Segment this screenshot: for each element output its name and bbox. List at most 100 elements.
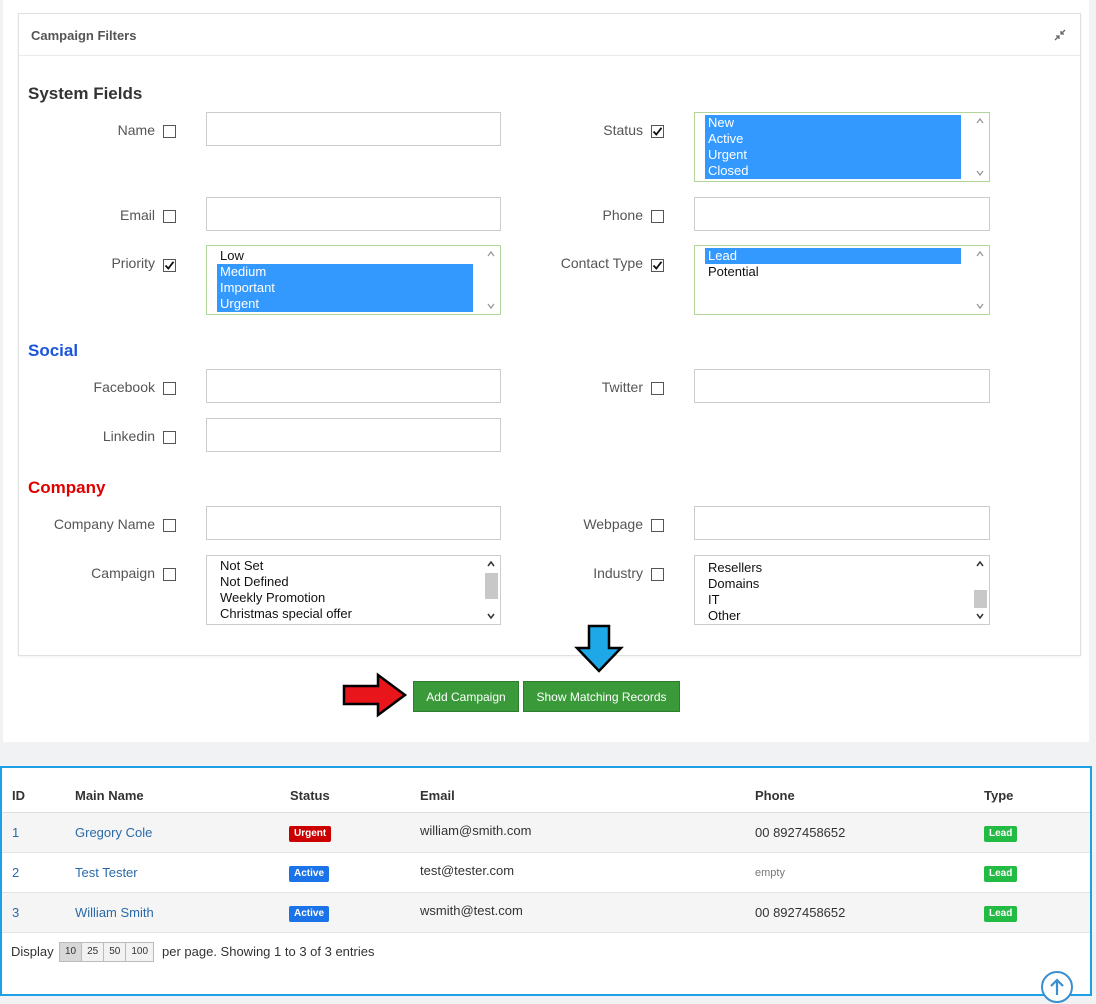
table-row[interactable]: 1 Gregory Cole Urgent william@smith.com … — [2, 813, 1090, 853]
linkedin-checkbox[interactable] — [163, 431, 176, 444]
phone-label: Phone — [602, 207, 643, 223]
scroll-up-icon[interactable] — [975, 559, 985, 569]
status-listbox[interactable]: New Active Urgent Closed — [694, 112, 990, 182]
list-option[interactable]: Medium — [217, 264, 473, 280]
row-id[interactable]: 3 — [12, 905, 19, 920]
page-size-option[interactable]: 10 — [60, 943, 83, 961]
section-company: Company — [28, 478, 106, 497]
twitter-input[interactable] — [694, 369, 990, 403]
contact-type-listbox[interactable]: Lead Potential — [694, 245, 990, 315]
list-option[interactable]: Urgent — [705, 147, 961, 163]
table-row[interactable]: 3 William Smith Active wsmith@test.com 0… — [2, 893, 1090, 933]
scroll-down-icon[interactable] — [975, 168, 985, 178]
row-phone: 00 8927458652 — [755, 905, 846, 920]
priority-checkbox[interactable] — [163, 259, 176, 272]
name-input[interactable] — [206, 112, 501, 146]
column-header-main-name[interactable]: Main Name — [75, 788, 144, 803]
show-matching-records-button[interactable]: Show Matching Records — [523, 681, 680, 712]
page-size-option[interactable]: 25 — [82, 943, 105, 961]
webpage-input[interactable] — [694, 506, 990, 540]
list-option[interactable]: Not Set — [217, 558, 473, 574]
campaign-checkbox[interactable] — [163, 568, 176, 581]
column-header-status[interactable]: Status — [290, 788, 330, 803]
status-checkbox[interactable] — [651, 125, 664, 138]
row-id[interactable]: 2 — [12, 865, 19, 880]
column-header-id[interactable]: ID — [12, 788, 25, 803]
campaign-listbox[interactable]: Not Set Not Defined Weekly Promotion Chr… — [206, 555, 501, 625]
company-name-input[interactable] — [206, 506, 501, 540]
industry-listbox[interactable]: Resellers Domains IT Other — [694, 555, 990, 625]
list-option[interactable]: Domains — [705, 576, 961, 592]
phone-input[interactable] — [694, 197, 990, 231]
list-option[interactable]: Active — [705, 131, 961, 147]
scroll-down-icon[interactable] — [975, 301, 985, 311]
red-arrow-right-icon — [342, 672, 408, 718]
scroll-thumb[interactable] — [485, 573, 498, 599]
list-option[interactable]: Closed — [705, 163, 961, 179]
page-size-option[interactable]: 100 — [126, 943, 154, 961]
entries-summary: per page. Showing 1 to 3 of 3 entries — [162, 944, 375, 959]
listbox-scrollbar[interactable] — [972, 113, 989, 181]
listbox-scrollbar[interactable] — [972, 556, 989, 624]
list-option[interactable]: IT — [705, 592, 961, 608]
facebook-input[interactable] — [206, 369, 501, 403]
list-option[interactable]: Lead — [705, 248, 961, 264]
scroll-up-icon[interactable] — [975, 116, 985, 126]
type-badge: Lead — [984, 866, 1018, 882]
scroll-up-icon[interactable] — [486, 249, 496, 259]
table-row[interactable]: 2 Test Tester Active test@tester.com emp… — [2, 853, 1090, 893]
collapse-icon[interactable] — [1054, 29, 1066, 41]
list-option[interactable]: Weekly Promotion — [217, 590, 473, 606]
row-id[interactable]: 1 — [12, 825, 19, 840]
scroll-up-icon[interactable] — [975, 249, 985, 259]
column-header-phone[interactable]: Phone — [755, 788, 795, 803]
status-label: Status — [603, 122, 643, 138]
column-header-type[interactable]: Type — [984, 788, 1013, 803]
list-option[interactable]: Low — [217, 248, 473, 264]
twitter-label: Twitter — [601, 379, 643, 395]
priority-listbox[interactable]: Low Medium Important Urgent — [206, 245, 501, 315]
status-badge: Active — [289, 906, 330, 922]
column-header-email[interactable]: Email — [420, 788, 455, 803]
list-option[interactable]: Christmas special offer — [217, 606, 473, 622]
company-name-checkbox[interactable] — [163, 519, 176, 532]
page-size-option[interactable]: 50 — [104, 943, 127, 961]
list-option[interactable]: Important — [217, 280, 473, 296]
row-name[interactable]: Gregory Cole — [75, 825, 152, 840]
email-checkbox[interactable] — [163, 210, 176, 223]
contact-type-label: Contact Type — [560, 255, 643, 271]
list-option[interactable]: New — [705, 115, 961, 131]
scroll-thumb[interactable] — [974, 590, 987, 608]
scroll-down-icon[interactable] — [975, 611, 985, 621]
scroll-down-icon[interactable] — [486, 611, 496, 621]
linkedin-input[interactable] — [206, 418, 501, 452]
row-email: william@smith.com — [420, 823, 532, 838]
add-campaign-button[interactable]: Add Campaign — [413, 681, 519, 712]
phone-checkbox[interactable] — [651, 210, 664, 223]
scroll-to-top-icon[interactable] — [1040, 970, 1074, 1004]
facebook-checkbox[interactable] — [163, 382, 176, 395]
listbox-scrollbar[interactable] — [483, 246, 500, 314]
list-option[interactable]: Not Defined — [217, 574, 473, 590]
twitter-checkbox[interactable] — [651, 382, 664, 395]
campaign-label: Campaign — [91, 565, 155, 581]
list-option[interactable]: Urgent — [217, 296, 473, 312]
section-system-fields: System Fields — [28, 84, 143, 103]
listbox-scrollbar[interactable] — [483, 556, 500, 624]
email-label: Email — [119, 207, 155, 223]
listbox-scrollbar[interactable] — [972, 246, 989, 314]
contact-type-checkbox[interactable] — [651, 259, 664, 272]
row-name[interactable]: William Smith — [75, 905, 154, 920]
list-option[interactable]: Resellers — [705, 560, 961, 576]
name-checkbox[interactable] — [163, 125, 176, 138]
list-option[interactable]: Potential — [705, 264, 961, 280]
scroll-down-icon[interactable] — [486, 301, 496, 311]
email-input[interactable] — [206, 197, 501, 231]
row-name[interactable]: Test Tester — [75, 865, 138, 880]
row-phone: empty — [755, 867, 785, 879]
industry-checkbox[interactable] — [651, 568, 664, 581]
list-option[interactable]: Other — [705, 608, 961, 624]
scroll-up-icon[interactable] — [486, 559, 496, 569]
webpage-checkbox[interactable] — [651, 519, 664, 532]
row-phone: 00 8927458652 — [755, 825, 846, 840]
